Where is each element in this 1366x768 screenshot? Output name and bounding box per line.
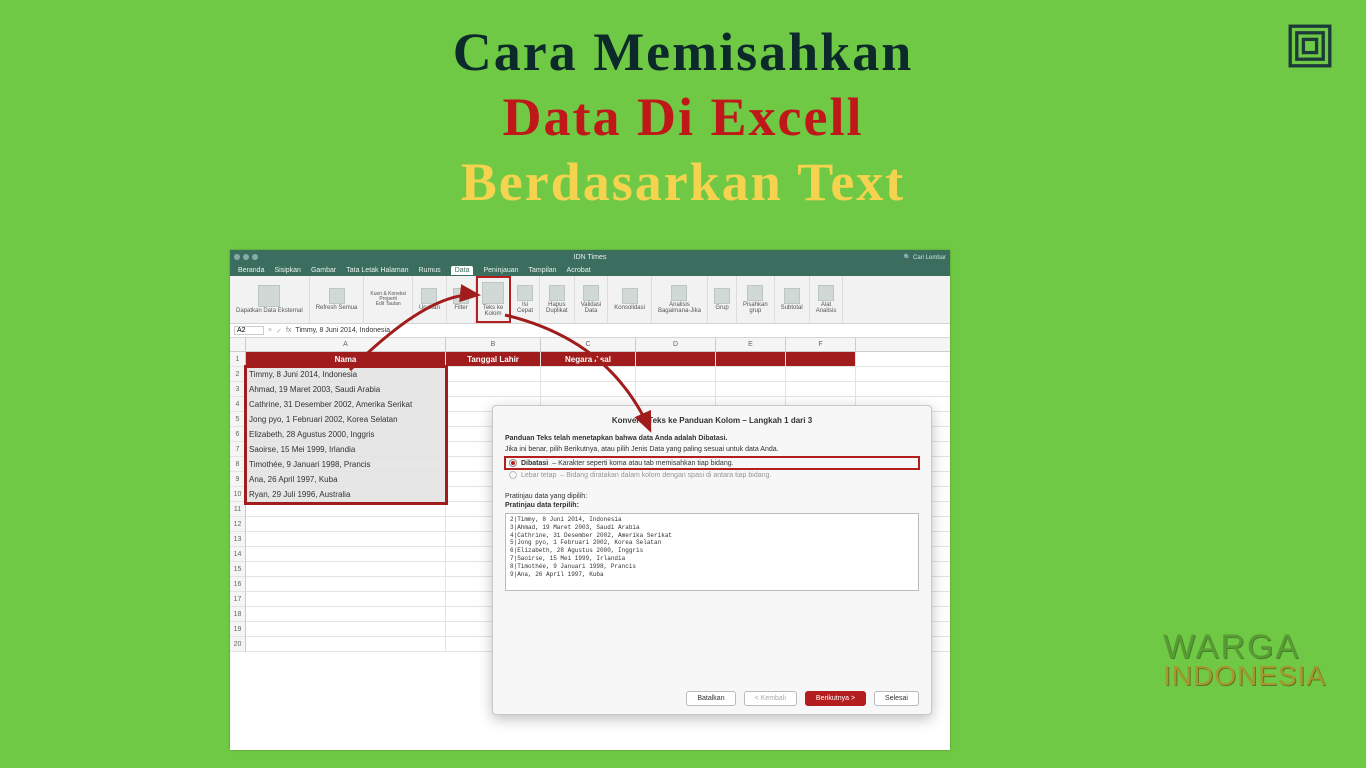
col-header-E[interactable]: E: [716, 338, 786, 351]
tab-data[interactable]: Data: [451, 266, 474, 275]
radio-icon: [509, 471, 517, 479]
cancel-icon[interactable]: ×: [268, 327, 272, 334]
tab-beranda[interactable]: Beranda: [238, 267, 264, 274]
document-name: IDN Times: [574, 254, 607, 261]
ribbon-subtotal[interactable]: Subtotal: [775, 276, 810, 323]
preview-caption: Pratinjau data yang dipilih:: [505, 493, 919, 500]
title-line-1: Cara Memisahkan: [0, 20, 1366, 85]
fx-label: fx: [286, 327, 291, 334]
ribbon-text-to-columns[interactable]: Teks ke Kolom: [476, 276, 511, 323]
formula-text[interactable]: Timmy, 8 Juni 2014, Indonesia: [295, 327, 946, 334]
radio-fixed-width[interactable]: Lebar tetap – Bidang diratakan dalam kol…: [505, 469, 919, 481]
tab-peninjauan[interactable]: Peninjauan: [483, 267, 518, 274]
radio-delimited[interactable]: Dibatasi – Karakter seperti koma atau ta…: [505, 457, 919, 469]
window-titlebar: IDN Times 🔍 Cari Lembar: [230, 250, 950, 264]
traffic-lights-icon: [234, 254, 258, 260]
header-tanggal: Tanggal Lahir: [446, 352, 541, 366]
formula-bar: × ✓ fx Timmy, 8 Juni 2014, Indonesia: [230, 324, 950, 338]
title-line-2: Data Di Excell: [0, 85, 1366, 150]
ribbon-connections[interactable]: Kueri & Koneksi Properti Edit Tautan: [364, 276, 413, 323]
tab-tampilan[interactable]: Tampilan: [529, 267, 557, 274]
tab-rumus[interactable]: Rumus: [419, 267, 441, 274]
radio-delimited-desc: – Karakter seperti koma atau tab memisah…: [552, 460, 733, 467]
preview-box: 2|Timmy, 8 Juni 2014, Indonesia 3|Ahmad,…: [505, 513, 919, 591]
radio-fixed-desc: – Bidang diratakan dalam kolom dengan sp…: [560, 472, 771, 479]
header-nama: Nama: [246, 352, 446, 366]
ribbon-remove-duplicates[interactable]: Hapus Duplikat: [540, 276, 575, 323]
next-button[interactable]: Berikutnya >: [805, 691, 866, 706]
back-button[interactable]: < Kembali: [744, 691, 797, 706]
ribbon-analysis-tools[interactable]: Alat Analisis: [810, 276, 844, 323]
ribbon-get-data[interactable]: Dapatkan Data Eksternal: [230, 276, 310, 323]
ribbon-ungroup[interactable]: Pisahkan grup: [737, 276, 775, 323]
tab-tata-letak[interactable]: Tata Letak Halaman: [346, 267, 408, 274]
page-title: Cara Memisahkan Data Di Excell Berdasark…: [0, 0, 1366, 214]
ribbon-filter[interactable]: Filter: [447, 276, 476, 323]
radio-delimited-label: Dibatasi: [521, 460, 548, 467]
table-row[interactable]: Ahmad, 19 Maret 2003, Saudi Arabia: [246, 382, 950, 397]
text-to-columns-dialog: Konversi Teks ke Panduan Kolom – Langkah…: [492, 405, 932, 715]
excel-screenshot: IDN Times 🔍 Cari Lembar Beranda Sisipkan…: [230, 250, 950, 750]
ribbon-flash-fill[interactable]: Isi Cepat: [511, 276, 540, 323]
ribbon-toolbar: Dapatkan Data Eksternal Refresh Semua Ku…: [230, 276, 950, 324]
preview-header: Pratinjau data terpilih:: [505, 502, 919, 509]
search-field[interactable]: 🔍 Cari Lembar: [904, 254, 946, 261]
ribbon-consolidate[interactable]: Konsolidasi: [608, 276, 652, 323]
tab-sisipkan[interactable]: Sisipkan: [274, 267, 300, 274]
tab-acrobat[interactable]: Acrobat: [567, 267, 591, 274]
ribbon-group[interactable]: Grup: [708, 276, 737, 323]
header-negara: Negara Asal: [541, 352, 636, 366]
cancel-button[interactable]: Batalkan: [686, 691, 735, 706]
ribbon-what-if[interactable]: Analisis Bagaimana-Jika: [652, 276, 708, 323]
col-header-D[interactable]: D: [636, 338, 716, 351]
col-header-F[interactable]: F: [786, 338, 856, 351]
enter-icon[interactable]: ✓: [276, 327, 282, 335]
ribbon-data-validation[interactable]: Validasi Data: [575, 276, 609, 323]
radio-fixed-label: Lebar tetap: [521, 472, 556, 479]
watermark-line2: INDONESIA: [1163, 663, 1326, 688]
ribbon-sort[interactable]: Urutkan: [413, 276, 447, 323]
dialog-title: Konversi Teks ke Panduan Kolom – Langkah…: [505, 416, 919, 425]
table-row[interactable]: Timmy, 8 Juni 2014, Indonesia: [246, 367, 950, 382]
col-header-B[interactable]: B: [446, 338, 541, 351]
corner-logo-icon: [1288, 24, 1332, 68]
tab-gambar[interactable]: Gambar: [311, 267, 336, 274]
dialog-lead: Panduan Teks telah menetapkan bahwa data…: [505, 435, 919, 442]
radio-icon: [509, 459, 517, 467]
ribbon-refresh[interactable]: Refresh Semua: [310, 276, 365, 323]
title-line-3: Berdasarkan Text: [0, 150, 1366, 215]
ribbon-tabs: Beranda Sisipkan Gambar Tata Letak Halam…: [230, 264, 950, 276]
table-header-row: Nama Tanggal Lahir Negara Asal: [246, 352, 950, 367]
name-box[interactable]: [234, 326, 264, 335]
col-header-C[interactable]: C: [541, 338, 636, 351]
finish-button[interactable]: Selesai: [874, 691, 919, 706]
col-header-A[interactable]: A: [246, 338, 446, 351]
watermark-line1: WARGA: [1163, 632, 1326, 663]
watermark: WARGA INDONESIA: [1163, 632, 1326, 688]
row-headers[interactable]: 1234567891011121314151617181920: [230, 352, 246, 652]
dialog-sub: Jika ini benar, pilih Berikutnya, atau p…: [505, 446, 919, 453]
